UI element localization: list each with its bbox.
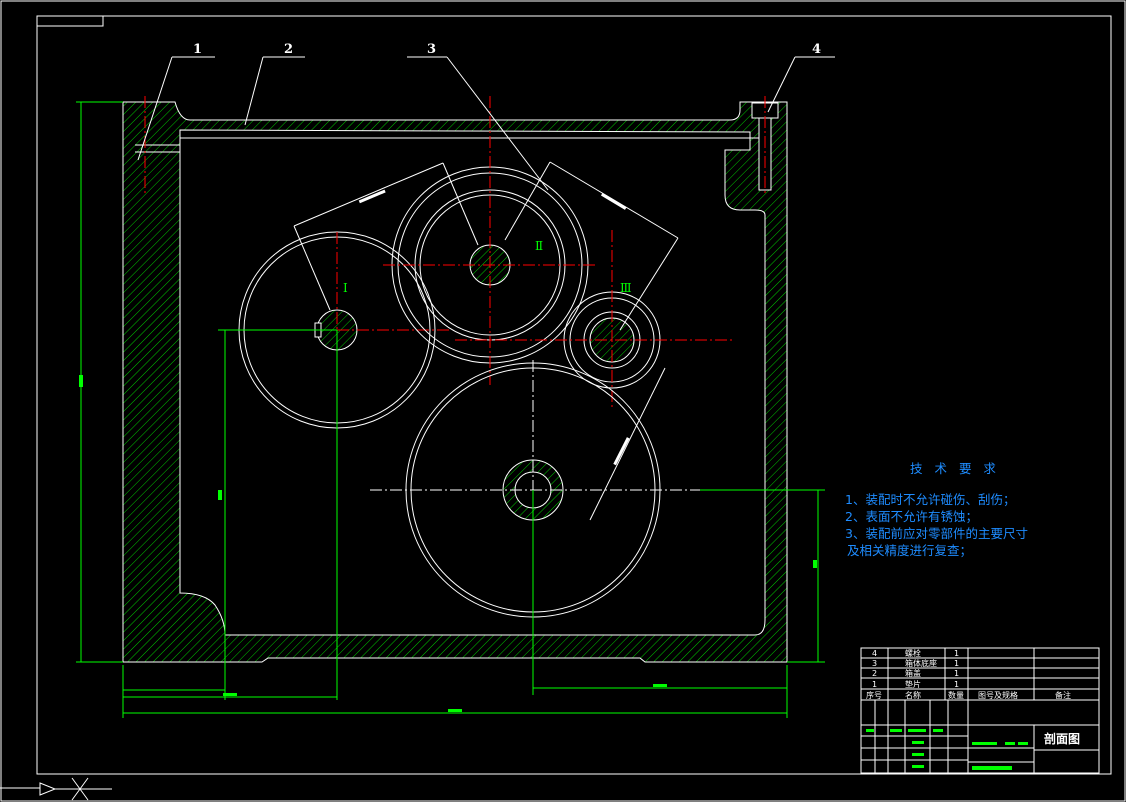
svg-text:箱盖: 箱盖 [905,668,921,678]
svg-text:图号及规格: 图号及规格 [978,690,1018,700]
gear-label-1: Ⅰ [343,281,348,295]
svg-text:1: 1 [954,669,959,678]
tech-line-3: 3、装配前应对零部件的主要尺寸 [845,526,1028,541]
callout-3: 3 [427,42,436,57]
housing-wall [122,101,788,663]
svg-text:名称: 名称 [905,690,921,700]
technical-requirements: 技 术 要 求 1、装配时不允许碰伤、刮伤； 2、表面不允许有锈蚀； 3、装配前… [845,460,1028,559]
svg-text:序号: 序号 [866,690,882,700]
tech-title: 技 术 要 求 [910,461,1000,476]
title-block-marks [866,729,1028,770]
callout-4: 4 [812,42,821,57]
svg-text:箱体底座: 箱体底座 [905,658,937,668]
svg-text:垫片: 垫片 [905,679,921,689]
svg-text:数量: 数量 [948,690,964,700]
gear-label-3: Ⅲ [620,281,632,295]
svg-text:2: 2 [872,669,877,678]
svg-text:3: 3 [872,659,877,668]
svg-text:4: 4 [872,649,877,658]
svg-text:1: 1 [872,680,877,689]
cad-drawing: Ⅰ Ⅱ Ⅲ 1 2 3 4 4 螺栓 1 3 箱体底座 1 2 箱盖 1 1 垫… [0,0,1126,802]
svg-text:1: 1 [954,649,959,658]
orientation-mark [0,777,112,801]
drawing-title: 剖面图 [1044,731,1080,746]
tech-line-2: 2、表面不允许有锈蚀； [845,509,978,524]
svg-text:1: 1 [954,659,959,668]
callout-2: 2 [284,42,293,57]
gear-label-2: Ⅱ [535,239,543,253]
tech-line-4: 及相关精度进行复查； [847,543,973,558]
svg-text:1: 1 [954,680,959,689]
title-block [860,647,1100,774]
tech-line-1: 1、装配时不允许碰伤、刮伤； [845,492,1016,507]
svg-text:备注: 备注 [1055,690,1071,700]
svg-text:螺栓: 螺栓 [905,648,921,658]
corner-tab [36,15,104,27]
callout-1: 1 [193,42,202,57]
